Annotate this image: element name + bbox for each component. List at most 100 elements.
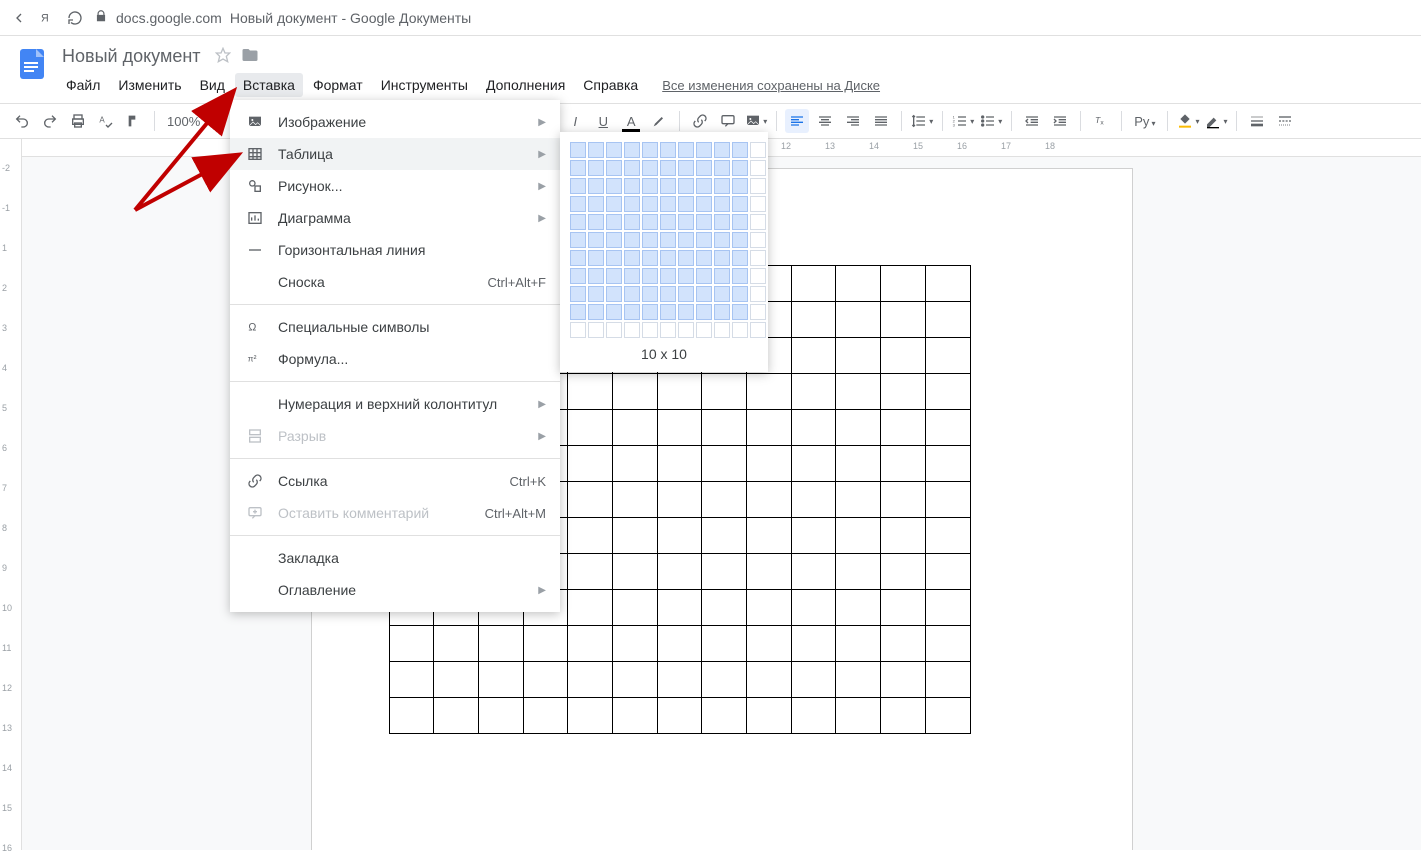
picker-cell[interactable]: [714, 250, 730, 266]
menu-инструменты[interactable]: Инструменты: [373, 73, 476, 97]
picker-cell[interactable]: [570, 178, 586, 194]
yandex-logo-icon[interactable]: Я: [38, 9, 56, 27]
menu-вставка[interactable]: Вставка: [235, 73, 303, 97]
picker-cell[interactable]: [678, 268, 694, 284]
picker-cell[interactable]: [624, 232, 640, 248]
picker-cell[interactable]: [642, 142, 658, 158]
zoom-select[interactable]: 100%: [163, 114, 212, 129]
undo-icon[interactable]: [10, 109, 34, 133]
input-tools[interactable]: Ру: [1130, 114, 1159, 129]
insert-menu-item[interactable]: Горизонтальная линия: [230, 234, 560, 266]
reload-icon[interactable]: [66, 9, 84, 27]
picker-cell[interactable]: [714, 142, 730, 158]
menu-формат[interactable]: Формат: [305, 73, 371, 97]
picker-cell[interactable]: [606, 142, 622, 158]
insert-menu-item[interactable]: СсылкаCtrl+K: [230, 465, 560, 497]
numbered-list-icon[interactable]: 123: [951, 109, 975, 133]
text-color-icon[interactable]: A: [619, 109, 643, 133]
increase-indent-icon[interactable]: [1048, 109, 1072, 133]
line-spacing-icon[interactable]: [910, 109, 934, 133]
picker-cell[interactable]: [588, 178, 604, 194]
picker-cell[interactable]: [570, 196, 586, 212]
picker-cell[interactable]: [606, 214, 622, 230]
picker-cell[interactable]: [696, 268, 712, 284]
picker-cell[interactable]: [678, 250, 694, 266]
picker-cell[interactable]: [624, 160, 640, 176]
picker-cell[interactable]: [714, 322, 730, 338]
picker-cell[interactable]: [696, 178, 712, 194]
picker-cell[interactable]: [642, 286, 658, 302]
picker-cell[interactable]: [678, 304, 694, 320]
picker-cell[interactable]: [642, 214, 658, 230]
picker-cell[interactable]: [606, 304, 622, 320]
picker-cell[interactable]: [660, 142, 676, 158]
insert-menu-item[interactable]: Оглавление▶: [230, 574, 560, 606]
picker-cell[interactable]: [750, 304, 766, 320]
picker-cell[interactable]: [606, 178, 622, 194]
picker-cell[interactable]: [696, 232, 712, 248]
insert-menu-item[interactable]: Закладка: [230, 542, 560, 574]
picker-cell[interactable]: [588, 160, 604, 176]
picker-cell[interactable]: [750, 196, 766, 212]
picker-cell[interactable]: [696, 250, 712, 266]
picker-cell[interactable]: [732, 268, 748, 284]
picker-cell[interactable]: [750, 142, 766, 158]
picker-cell[interactable]: [606, 322, 622, 338]
menu-справка[interactable]: Справка: [575, 73, 646, 97]
picker-cell[interactable]: [660, 160, 676, 176]
align-right-icon[interactable]: [841, 109, 865, 133]
picker-cell[interactable]: [660, 214, 676, 230]
insert-menu-item[interactable]: Изображение▶: [230, 106, 560, 138]
picker-cell[interactable]: [660, 268, 676, 284]
picker-cell[interactable]: [678, 142, 694, 158]
picker-cell[interactable]: [732, 178, 748, 194]
doc-title[interactable]: Новый документ: [58, 44, 205, 69]
picker-cell[interactable]: [570, 322, 586, 338]
picker-cell[interactable]: [732, 250, 748, 266]
address-bar[interactable]: docs.google.com Новый документ - Google …: [94, 9, 471, 26]
align-center-icon[interactable]: [813, 109, 837, 133]
picker-cell[interactable]: [750, 214, 766, 230]
picker-cell[interactable]: [624, 250, 640, 266]
picker-cell[interactable]: [732, 160, 748, 176]
picker-cell[interactable]: [642, 160, 658, 176]
picker-cell[interactable]: [624, 304, 640, 320]
picker-cell[interactable]: [588, 214, 604, 230]
picker-cell[interactable]: [606, 250, 622, 266]
menu-вид[interactable]: Вид: [192, 73, 233, 97]
italic-icon[interactable]: I: [563, 109, 587, 133]
picker-cell[interactable]: [588, 304, 604, 320]
picker-cell[interactable]: [642, 232, 658, 248]
picker-cell[interactable]: [732, 304, 748, 320]
highlight-icon[interactable]: [647, 109, 671, 133]
picker-cell[interactable]: [660, 232, 676, 248]
picker-cell[interactable]: [588, 322, 604, 338]
picker-cell[interactable]: [570, 214, 586, 230]
fill-color-icon[interactable]: [1176, 109, 1200, 133]
picker-cell[interactable]: [570, 232, 586, 248]
picker-cell[interactable]: [570, 142, 586, 158]
picker-cell[interactable]: [750, 268, 766, 284]
picker-cell[interactable]: [660, 304, 676, 320]
picker-cell[interactable]: [624, 178, 640, 194]
picker-cell[interactable]: [678, 160, 694, 176]
picker-cell[interactable]: [588, 142, 604, 158]
align-left-icon[interactable]: [785, 109, 809, 133]
picker-cell[interactable]: [678, 322, 694, 338]
saved-status[interactable]: Все изменения сохранены на Диске: [662, 78, 880, 93]
paint-format-icon[interactable]: [122, 109, 146, 133]
picker-cell[interactable]: [732, 286, 748, 302]
picker-cell[interactable]: [678, 232, 694, 248]
move-folder-icon[interactable]: [241, 46, 259, 67]
picker-cell[interactable]: [660, 250, 676, 266]
star-icon[interactable]: [215, 47, 231, 66]
picker-cell[interactable]: [714, 196, 730, 212]
picker-cell[interactable]: [714, 178, 730, 194]
picker-cell[interactable]: [714, 268, 730, 284]
picker-cell[interactable]: [588, 250, 604, 266]
picker-cell[interactable]: [642, 304, 658, 320]
redo-icon[interactable]: [38, 109, 62, 133]
insert-link-icon[interactable]: [688, 109, 712, 133]
picker-cell[interactable]: [570, 304, 586, 320]
picker-cell[interactable]: [678, 178, 694, 194]
